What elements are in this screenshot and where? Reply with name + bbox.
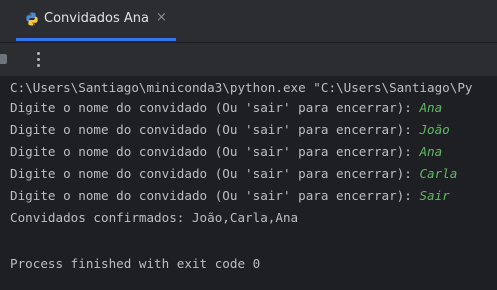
console-output[interactable]: C:\Users\Santiago\miniconda3\python.exe … [0, 76, 497, 290]
user-input: Ana [419, 100, 443, 115]
menu-dot [37, 52, 40, 55]
tab-title: Convidados Ana [44, 11, 150, 26]
tab-convidados-ana[interactable]: Convidados Ana × [16, 0, 176, 42]
prompt-line: Digite o nome do convidado (Ou 'sair' pa… [10, 120, 450, 140]
python-icon [26, 12, 38, 26]
prompt-text: Digite o nome do convidado (Ou 'sair' pa… [10, 122, 420, 137]
more-vertical-icon[interactable] [30, 49, 46, 69]
stop-icon[interactable] [0, 54, 7, 64]
prompt-line: Digite o nome do convidado (Ou 'sair' pa… [10, 142, 442, 162]
user-input: Ana [419, 144, 443, 159]
active-tab-indicator [16, 38, 176, 41]
menu-dot [37, 58, 40, 61]
tab-bar: Convidados Ana × [0, 0, 497, 42]
exit-line: Process finished with exit code 0 [10, 256, 261, 271]
prompt-text: Digite o nome do convidado (Ou 'sair' pa… [10, 188, 420, 203]
menu-dot [37, 64, 40, 67]
close-icon[interactable]: × [156, 10, 167, 25]
user-input: Sair [419, 188, 450, 203]
prompt-text: Digite o nome do convidado (Ou 'sair' pa… [10, 144, 420, 159]
run-toolbar [0, 42, 497, 77]
prompt-text: Digite o nome do convidado (Ou 'sair' pa… [10, 166, 420, 181]
prompt-line: Digite o nome do convidado (Ou 'sair' pa… [10, 98, 442, 118]
prompt-line: Digite o nome do convidado (Ou 'sair' pa… [10, 186, 450, 206]
prompt-text: Digite o nome do convidado (Ou 'sair' pa… [10, 100, 420, 115]
user-input: João [419, 122, 450, 137]
user-input: Carla [419, 166, 458, 181]
prompt-line: Digite o nome do convidado (Ou 'sair' pa… [10, 164, 457, 184]
result-line: Convidados confirmados: João,Carla,Ana [10, 210, 299, 225]
command-line: C:\Users\Santiago\miniconda3\python.exe … [10, 80, 473, 95]
